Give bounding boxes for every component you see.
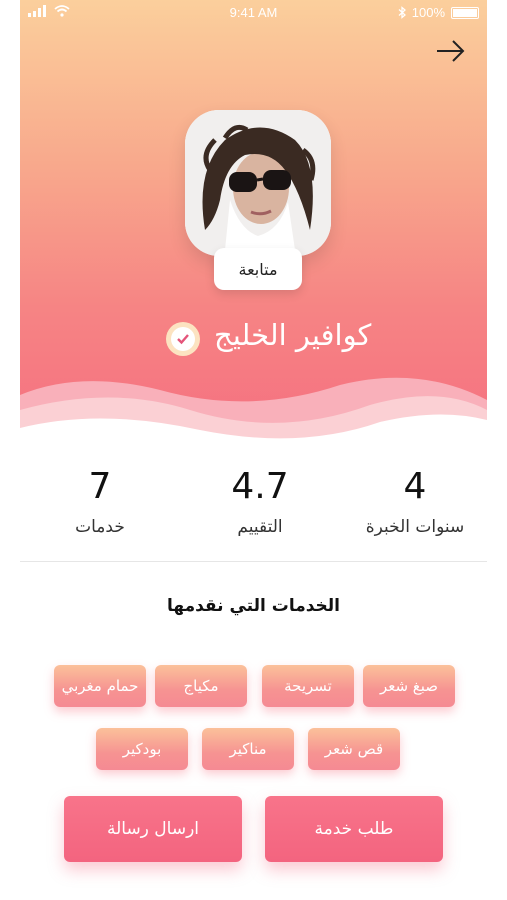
- stat-value: 7: [88, 466, 112, 507]
- verified-badge: [166, 322, 200, 356]
- arrow-right-icon[interactable]: [435, 38, 467, 64]
- battery-percent: 100%: [411, 5, 445, 20]
- wave-decoration: [20, 377, 487, 460]
- service-chip-makeup[interactable]: مكياج: [155, 665, 247, 707]
- stat-experience: 4 سنوات الخبرة: [350, 466, 480, 537]
- service-chip-moroccan-bath[interactable]: حمام مغربي: [54, 665, 146, 707]
- salon-name: كوافير الخليج: [214, 318, 372, 352]
- status-bar: 9:41 AM 100%: [20, 0, 487, 26]
- stats-row: 4 سنوات الخبرة 4.7 التقييم 7 خدمات: [20, 460, 487, 560]
- divider: [20, 561, 487, 562]
- follow-button[interactable]: متابعة: [214, 248, 302, 290]
- stat-rating: 4.7 التقييم: [200, 466, 320, 537]
- send-message-button[interactable]: ارسال رسالة: [64, 796, 242, 862]
- bluetooth-icon: [398, 6, 406, 19]
- stat-value: 4.7: [231, 466, 289, 507]
- services-title: الخدمات التي نقدمها: [166, 596, 341, 616]
- stat-label: سنوات الخبرة: [365, 517, 465, 537]
- battery-icon: [451, 6, 479, 19]
- service-chip-manicure[interactable]: مناكير: [202, 728, 294, 770]
- avatar: [185, 110, 331, 256]
- check-icon: [177, 334, 189, 345]
- profile-screen: 9:41 AM 100% متابعة كوافير الخليج 4 سنوا…: [20, 0, 487, 900]
- request-service-button[interactable]: طلب خدمة: [265, 796, 443, 862]
- service-chip-hairstyle[interactable]: تسريحة: [262, 665, 354, 707]
- status-right: 100%: [398, 5, 479, 20]
- stat-services: 7 خدمات: [50, 466, 150, 537]
- service-chip-haircut[interactable]: قص شعر: [308, 728, 400, 770]
- service-chip-pedicure[interactable]: بودكير: [96, 728, 188, 770]
- stat-label: التقييم: [237, 517, 283, 537]
- stat-value: 4: [403, 466, 427, 507]
- avatar-photo: [185, 110, 331, 256]
- stat-label: خدمات: [75, 517, 125, 537]
- service-chip-hair-dye[interactable]: صبغ شعر: [363, 665, 455, 707]
